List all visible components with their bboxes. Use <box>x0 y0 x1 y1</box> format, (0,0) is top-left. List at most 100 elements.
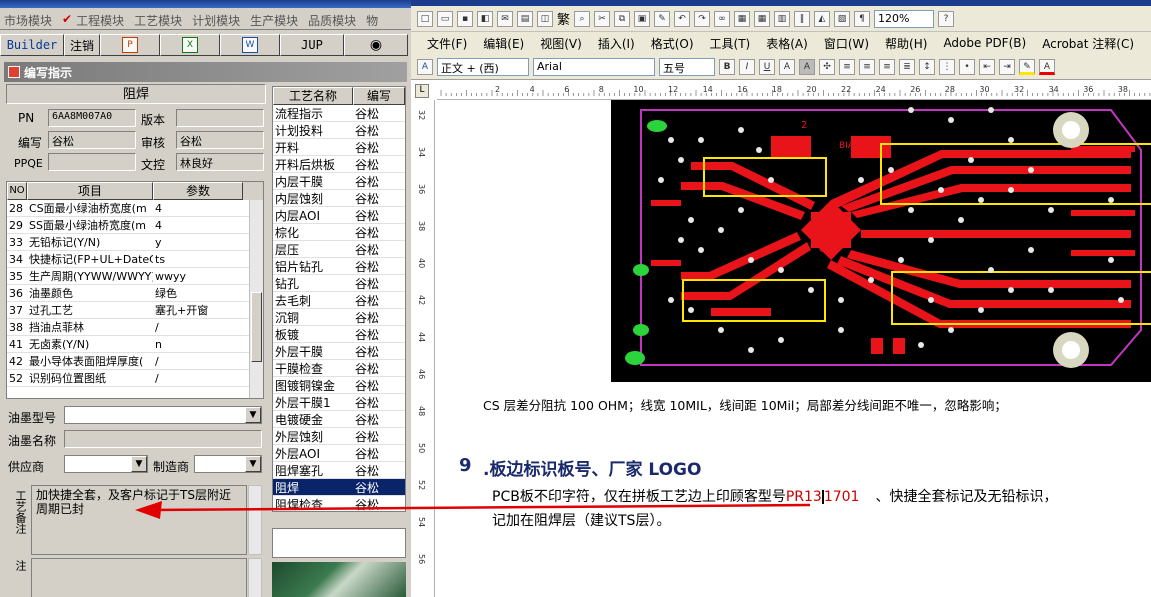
word-menu-edit[interactable]: 编辑(E) <box>475 35 532 52</box>
powerpoint-button[interactable]: P <box>100 34 160 56</box>
param-row[interactable]: 41 无卤素(Y/N) n <box>7 336 263 353</box>
decrease-indent-icon[interactable]: ⇤ <box>979 58 995 75</box>
ink-type-select[interactable]: ▼ <box>64 406 262 424</box>
process-row[interactable]: 外层干膜 谷松 <box>273 343 405 360</box>
process-row[interactable]: 铝片钻孔 谷松 <box>273 258 405 275</box>
manufacturer-select[interactable]: ▼ <box>194 455 262 473</box>
menu-engineering[interactable]: 工程模块 <box>72 8 130 29</box>
italic-icon[interactable]: I <box>739 58 755 75</box>
char-border-icon[interactable]: A <box>779 58 795 75</box>
model-remark-textarea[interactable] <box>31 558 247 597</box>
open-icon[interactable]: ▭ <box>437 10 453 27</box>
word-menu-acrobat[interactable]: Acrobat 注释(C) <box>1034 35 1142 52</box>
version-field[interactable] <box>176 109 264 127</box>
new-icon[interactable]: □ <box>417 10 433 27</box>
word-menu-file[interactable]: 文件(F) <box>411 35 475 52</box>
param-row[interactable]: 36 油墨颜色 绿色 <box>7 285 263 302</box>
bold-icon[interactable]: B <box>719 58 735 75</box>
style-select[interactable]: 正文 + (西) <box>437 57 529 76</box>
pn-field[interactable]: 6AA8M007A0 <box>48 109 136 127</box>
size-select[interactable]: 五号 <box>659 57 715 76</box>
param-row[interactable]: 35 生产周期(YYWW/WWYY) wwyy <box>7 268 263 285</box>
vertical-ruler[interactable]: 32 34 36 38 40 42 44 46 48 50 52 54 56 <box>411 100 435 597</box>
bullets-icon[interactable]: • <box>959 58 975 75</box>
remark-scrollbar[interactable] <box>248 485 262 555</box>
increase-indent-icon[interactable]: ⇥ <box>999 58 1015 75</box>
param-row[interactable]: 34 快捷标记(FP+UL+DateCo ts <box>7 251 263 268</box>
process-row[interactable]: 开料后烘板 谷松 <box>273 156 405 173</box>
copy-icon[interactable]: ⧉ <box>614 10 631 27</box>
process-row[interactable]: 阻焊检查 谷松 <box>273 496 405 512</box>
process-row[interactable]: 内层蚀刻 谷松 <box>273 190 405 207</box>
menu-market[interactable]: 市场模块 <box>0 8 58 29</box>
save-icon[interactable]: ▪ <box>457 10 473 27</box>
doc-control-field[interactable]: 林良好 <box>176 153 264 171</box>
word-menu-insert[interactable]: 插入(I) <box>590 35 643 52</box>
traditional-chinese-button[interactable]: 繁 <box>557 9 570 28</box>
process-row[interactable]: 外层干膜1 谷松 <box>273 394 405 411</box>
author-field[interactable]: 谷松 <box>48 131 136 149</box>
char-shading-icon[interactable]: A <box>799 58 815 75</box>
hyperlink-icon[interactable]: ∞ <box>714 10 731 27</box>
distribute-icon[interactable]: ≣ <box>899 58 915 75</box>
param-row[interactable]: 37 过孔工艺 塞孔+开窗 <box>7 302 263 319</box>
process-row[interactable]: 钻孔 谷松 <box>273 275 405 292</box>
format-painter-icon[interactable]: ✎ <box>654 10 671 27</box>
process-row[interactable]: 棕化 谷松 <box>273 224 405 241</box>
align-left-icon[interactable]: ≡ <box>839 58 855 75</box>
tables-borders-icon[interactable]: ▦ <box>734 10 751 27</box>
undo-icon[interactable]: ↶ <box>674 10 691 27</box>
process-list[interactable]: 工艺名称 编写 流程指示 谷松 计划投料 谷松 开料 谷松 开料后烘板 谷松 内层干膜 谷松 内层蚀… <box>272 86 406 512</box>
permission-icon[interactable]: ◧ <box>477 10 493 27</box>
view-button[interactable]: ◉ <box>344 34 408 56</box>
drawing-icon[interactable]: ◭ <box>814 10 831 27</box>
styles-icon[interactable]: A <box>417 58 433 75</box>
process-row[interactable]: 外层蚀刻 谷松 <box>273 428 405 445</box>
process-row[interactable]: 流程指示 谷松 <box>273 105 405 122</box>
model-remark-scrollbar[interactable] <box>248 558 262 597</box>
word-button[interactable]: W <box>220 34 280 56</box>
params-table[interactable]: NO 项目 参数 28 CS面最小绿油桥宽度(m 4 29 SS面最小绿油桥宽度(m 4 3… <box>6 181 264 399</box>
remark-textarea[interactable]: 加快捷全套，及客户标记于TS层附近周期已封 <box>31 485 247 555</box>
insert-table-icon[interactable]: ▦ <box>754 10 771 27</box>
excel-button[interactable]: X <box>160 34 220 56</box>
paste-icon[interactable]: ▣ <box>634 10 651 27</box>
builder-button[interactable]: Builder <box>0 34 64 56</box>
menu-quality[interactable]: 品质模块 <box>304 8 362 29</box>
param-row[interactable]: 29 SS面最小绿油桥宽度(m 4 <box>7 217 263 234</box>
param-row[interactable]: 42 最小导体表面阻焊厚度(/ <box>7 353 263 370</box>
param-row[interactable]: 28 CS面最小绿油桥宽度(m 4 <box>7 200 263 217</box>
email-icon[interactable]: ✉ <box>497 10 513 27</box>
word-menu-window[interactable]: 窗口(W) <box>816 35 877 52</box>
menu-material[interactable]: 物 <box>362 8 384 29</box>
reviewer-field[interactable]: 谷松 <box>176 131 264 149</box>
insert-excel-icon[interactable]: ▥ <box>774 10 791 27</box>
underline-icon[interactable]: U <box>759 58 775 75</box>
horizontal-ruler[interactable]: 246810121416182022242628303234363840 <box>437 82 1151 100</box>
zoom-select[interactable]: 120% <box>874 9 935 28</box>
columns-icon[interactable]: ‖ <box>794 10 811 27</box>
process-row[interactable]: 去毛刺 谷松 <box>273 292 405 309</box>
tab-stop-icon[interactable]: L <box>415 84 429 98</box>
menu-process[interactable]: 工艺模块 <box>130 8 188 29</box>
align-center-icon[interactable]: ≡ <box>859 58 875 75</box>
process-row[interactable]: 图镀铜镍金 谷松 <box>273 377 405 394</box>
research-icon[interactable]: ⌕ <box>574 10 591 27</box>
word-menu-format[interactable]: 格式(O) <box>643 35 702 52</box>
process-row[interactable]: 内层AOI 谷松 <box>273 207 405 224</box>
process-row[interactable]: 外层AOI 谷松 <box>273 445 405 462</box>
params-scroll-thumb[interactable] <box>251 292 262 362</box>
font-select[interactable]: Arial <box>533 57 655 76</box>
param-row[interactable]: 33 无铅标记(Y/N) y <box>7 234 263 251</box>
ppqe-field[interactable] <box>48 153 136 171</box>
process-row[interactable]: 计划投料 谷松 <box>273 122 405 139</box>
param-row[interactable]: 52 识别码位置图纸 / <box>7 370 263 387</box>
word-menu-table[interactable]: 表格(A) <box>758 35 816 52</box>
process-row[interactable]: 内层干膜 谷松 <box>273 173 405 190</box>
cut-icon[interactable]: ✂ <box>594 10 611 27</box>
align-right-icon[interactable]: ≡ <box>879 58 895 75</box>
word-menu-tools[interactable]: 工具(T) <box>702 35 759 52</box>
ink-name-field[interactable] <box>64 430 262 448</box>
help-icon[interactable]: ? <box>938 10 955 27</box>
process-row[interactable]: 干膜检查 谷松 <box>273 360 405 377</box>
